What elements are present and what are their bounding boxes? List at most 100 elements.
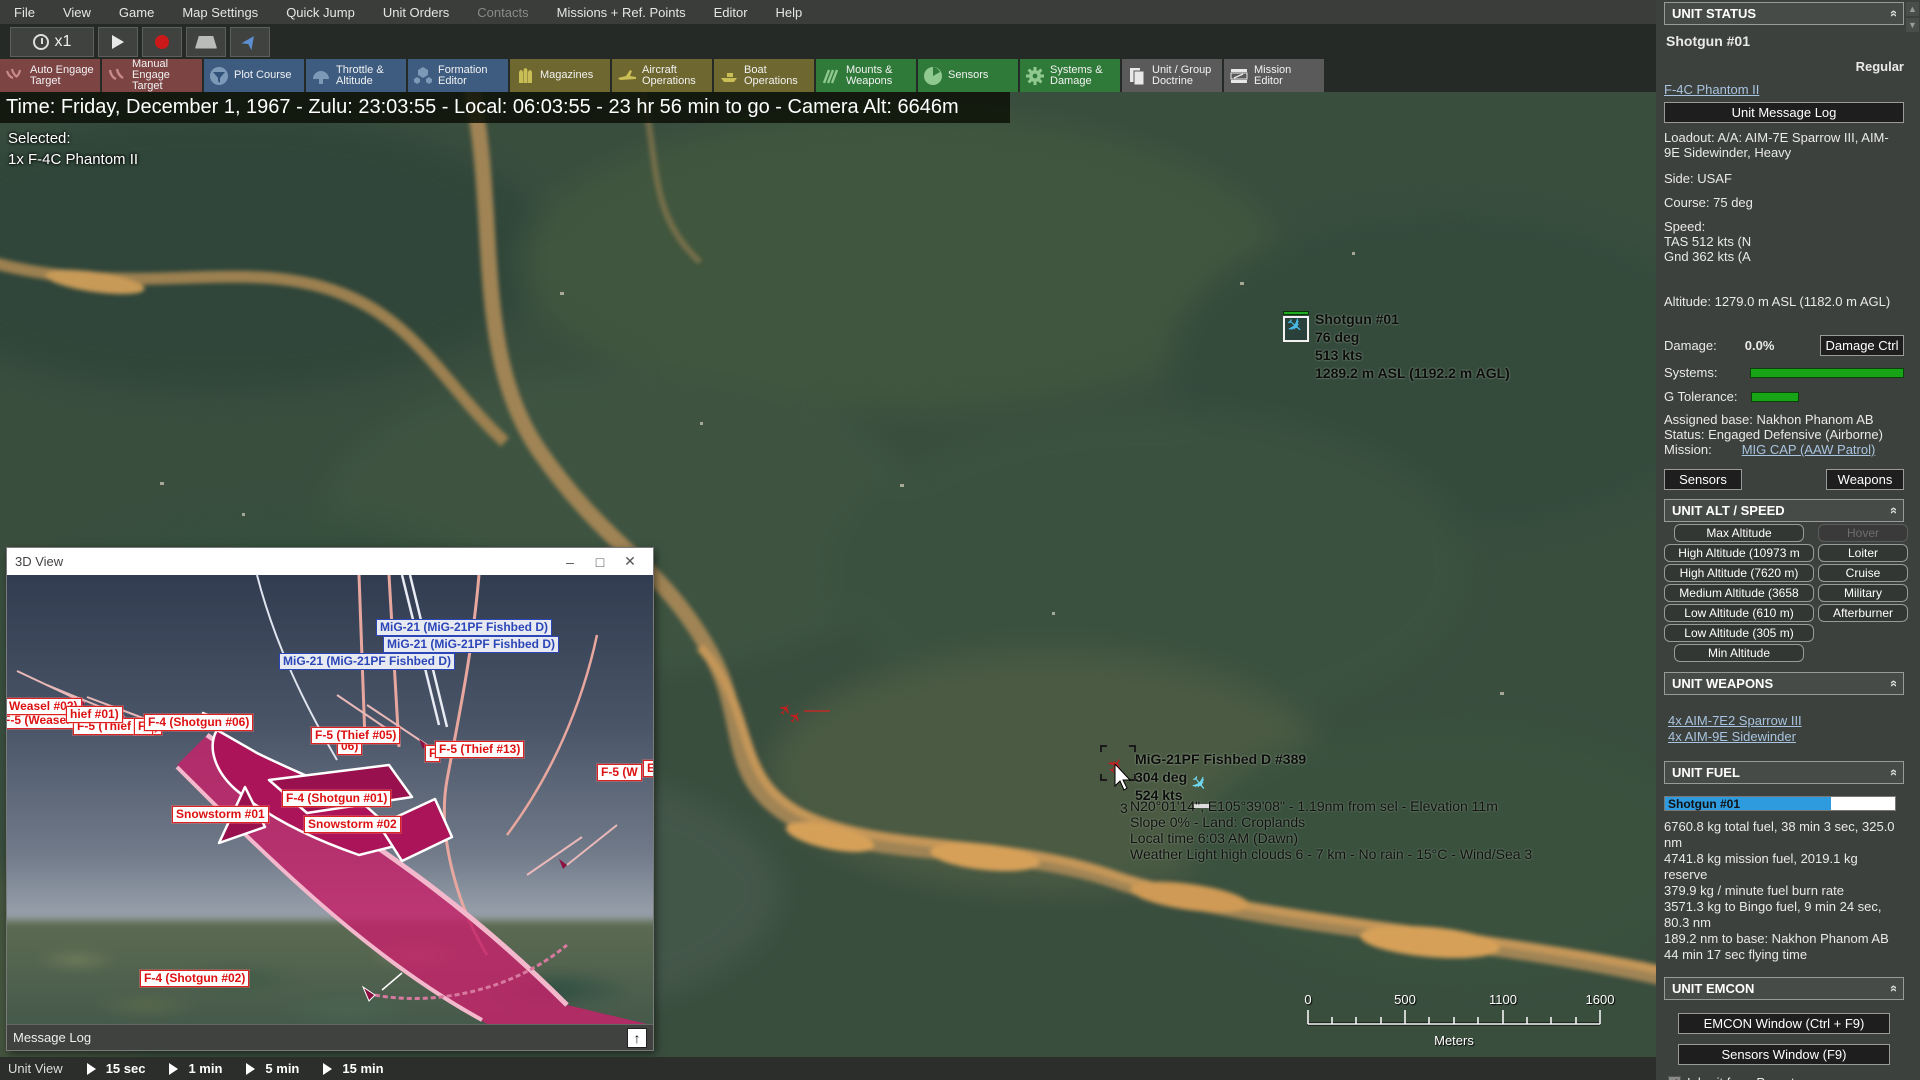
sensors-button[interactable]: Sensors xyxy=(918,59,1018,92)
military-button[interactable]: Military xyxy=(1818,584,1908,602)
toolbar: Auto Engage Target Manual Engage Target Pl… xyxy=(0,59,1324,92)
speed-block: Speed: TAS 512 kts (N Gnd 362 kts (A xyxy=(1664,219,1752,264)
mission-editor-button[interactable]: Mission Editor xyxy=(1224,59,1324,92)
manual-engage-target-button[interactable]: Manual Engage Target xyxy=(102,59,202,92)
boat-operations-button[interactable]: Boat Operations xyxy=(714,59,814,92)
claws-icon xyxy=(108,68,124,80)
formation-editor-button[interactable]: Formation Editor xyxy=(408,59,508,92)
auto-engage-target-button[interactable]: Auto Engage Target xyxy=(0,59,100,92)
formation-icon xyxy=(414,66,432,84)
unit-message-log-button[interactable]: Unit Message Log xyxy=(1664,102,1904,123)
weapons-panel-button[interactable]: Weapons xyxy=(1826,469,1904,490)
interval-15min[interactable]: 15 min xyxy=(342,1061,383,1076)
unit-group-doctrine-button[interactable]: Unit / Group Doctrine xyxy=(1122,59,1222,92)
play-5min-icon[interactable] xyxy=(246,1062,256,1075)
cruise-button[interactable]: Cruise xyxy=(1818,564,1908,582)
max-altitude-button[interactable]: Max Altitude xyxy=(1674,524,1804,542)
close-button[interactable]: ✕ xyxy=(615,553,645,570)
unit-status-header[interactable]: UNIT STATUS » xyxy=(1664,2,1904,25)
menu-missions-ref-points[interactable]: Missions + Ref. Points xyxy=(557,5,686,20)
emcon-window-button[interactable]: EMCON Window (Ctrl + F9) xyxy=(1678,1013,1890,1034)
shotgun-unit-label: Shotgun #01 76 deg 513 kts 1289.2 m ASL … xyxy=(1315,311,1510,381)
sidebar-scrollbar[interactable]: ▲ ▼ xyxy=(1906,2,1919,36)
recorder-button[interactable] xyxy=(186,27,226,57)
menu-help[interactable]: Help xyxy=(776,5,803,20)
interval-1min[interactable]: 1 min xyxy=(188,1061,222,1076)
scroll-down-icon[interactable]: ▼ xyxy=(1906,18,1919,32)
inherit-checkbox[interactable]: ✓ xyxy=(1668,1076,1681,1080)
3d-label: F-5 (Thief #05) xyxy=(311,727,401,744)
time-compression-button[interactable]: x1 xyxy=(10,27,94,57)
afterburner-button[interactable]: Afterburner xyxy=(1818,604,1908,622)
high-altitude-10973-button[interactable]: High Altitude (10973 m xyxy=(1664,544,1814,562)
maximize-button[interactable]: □ xyxy=(585,554,615,570)
unit-class-link[interactable]: F-4C Phantom II xyxy=(1664,82,1759,97)
interval-5min[interactable]: 5 min xyxy=(265,1061,299,1076)
shotgun-unit-icon[interactable]: ✈ xyxy=(1281,311,1309,342)
low-altitude-610-button[interactable]: Low Altitude (610 m) xyxy=(1664,604,1814,622)
unit-emcon-header[interactable]: UNIT EMCON » xyxy=(1664,977,1904,1000)
3d-view-window[interactable]: 3D View – □ ✕ MiG-21 (MiG-21PF Fishbed D… xyxy=(6,547,654,1051)
menu-file[interactable]: File xyxy=(14,5,35,20)
menu-editor[interactable]: Editor xyxy=(714,5,748,20)
jump-button[interactable]: ➤ xyxy=(230,27,270,57)
gtolerance-label: G Tolerance: xyxy=(1664,389,1738,404)
course-text: Course: 75 deg xyxy=(1664,195,1753,210)
menu-unit-orders[interactable]: Unit Orders xyxy=(383,5,449,20)
magazines-button[interactable]: Magazines xyxy=(510,59,610,92)
damage-ctrl-button[interactable]: Damage Ctrl xyxy=(1820,335,1904,356)
low-altitude-305-button[interactable]: Low Altitude (305 m) xyxy=(1664,624,1814,642)
play-button[interactable] xyxy=(98,27,138,57)
mission-label: Mission: xyxy=(1664,442,1712,457)
minimize-button[interactable]: – xyxy=(555,554,585,570)
tactical-map[interactable]: Time: Friday, December 1, 1967 - Zulu: 2… xyxy=(0,92,1656,1057)
mounts-weapons-button[interactable]: Mounts & Weapons xyxy=(816,59,916,92)
menu-quick-jump[interactable]: Quick Jump xyxy=(286,5,355,20)
time-controls: x1 ➤ xyxy=(10,27,270,57)
menu-view[interactable]: View xyxy=(63,5,91,20)
plot-course-icon xyxy=(210,66,228,85)
3d-view-titlebar[interactable]: 3D View – □ ✕ xyxy=(7,548,653,575)
mission-link[interactable]: MIG CAP (AAW Patrol) xyxy=(1742,442,1876,457)
play-15min-icon[interactable] xyxy=(323,1062,333,1075)
boat-icon xyxy=(721,72,737,82)
throttle-altitude-button[interactable]: Throttle & Altitude xyxy=(306,59,406,92)
3d-label: F-4 (Shotgun #01) xyxy=(282,790,392,807)
plot-course-button[interactable]: Plot Course xyxy=(204,59,304,92)
3d-label-mig: MiG-21 (MiG-21PF Fishbed D) xyxy=(279,653,456,670)
sensors-panel-button[interactable]: Sensors xyxy=(1664,469,1742,490)
aircraft-operations-button[interactable]: Aircraft Operations xyxy=(612,59,712,92)
bottom-status-bar: Unit View 15 sec 1 min 5 min 15 min xyxy=(0,1057,1656,1080)
loadout-text: Loadout: A/A: AIM-7E Sparrow III, AIM-9E… xyxy=(1664,130,1889,160)
altitude-text: Altitude: 1279.0 m ASL (1182.0 m AGL) xyxy=(1664,294,1891,309)
systems-damage-button[interactable]: Systems & Damage xyxy=(1020,59,1120,92)
button-label: Sensors xyxy=(948,69,989,81)
button-label: Mounts & Weapons xyxy=(846,63,893,87)
sensors-window-button[interactable]: Sensors Window (F9) xyxy=(1678,1044,1890,1065)
play-15sec-icon[interactable] xyxy=(86,1062,96,1075)
unit-fuel-header[interactable]: UNIT FUEL » xyxy=(1664,761,1904,784)
unit-alt-speed-header[interactable]: UNIT ALT / SPEED » xyxy=(1664,499,1904,522)
button-label: Boat Operations xyxy=(744,63,798,87)
selection-bracket xyxy=(1100,745,1107,752)
high-altitude-7620-button[interactable]: High Altitude (7620 m) xyxy=(1664,564,1814,582)
expand-log-button[interactable]: ↑ xyxy=(627,1027,647,1048)
menu-game[interactable]: Game xyxy=(119,5,154,20)
trail xyxy=(804,710,830,712)
scroll-up-icon[interactable]: ▲ xyxy=(1906,2,1919,16)
message-log-bar[interactable]: Message Log ↑ xyxy=(7,1024,653,1050)
weapon-link-sparrow[interactable]: 4x AIM-7E2 Sparrow III xyxy=(1668,713,1802,728)
record-button[interactable] xyxy=(142,27,182,57)
collapse-icon: » xyxy=(1884,768,1900,777)
medium-altitude-button[interactable]: Medium Altitude (3658 xyxy=(1664,584,1814,602)
weapon-link-sidewinder[interactable]: 4x AIM-9E Sidewinder xyxy=(1668,729,1796,744)
play-1min-icon[interactable] xyxy=(169,1062,179,1075)
unit-weapons-header[interactable]: UNIT WEAPONS » xyxy=(1664,672,1904,695)
3d-view-canvas[interactable]: MiG-21 (MiG-21PF Fishbed D) MiG-21 (MiG-… xyxy=(7,575,653,1024)
interval-15sec[interactable]: 15 sec xyxy=(106,1061,146,1076)
inherit-label: Inherit from Parent xyxy=(1687,1075,1795,1080)
window-pencil-icon xyxy=(1230,68,1248,83)
menu-map-settings[interactable]: Map Settings xyxy=(182,5,258,20)
min-altitude-button[interactable]: Min Altitude xyxy=(1674,644,1804,662)
loiter-button[interactable]: Loiter xyxy=(1818,544,1908,562)
